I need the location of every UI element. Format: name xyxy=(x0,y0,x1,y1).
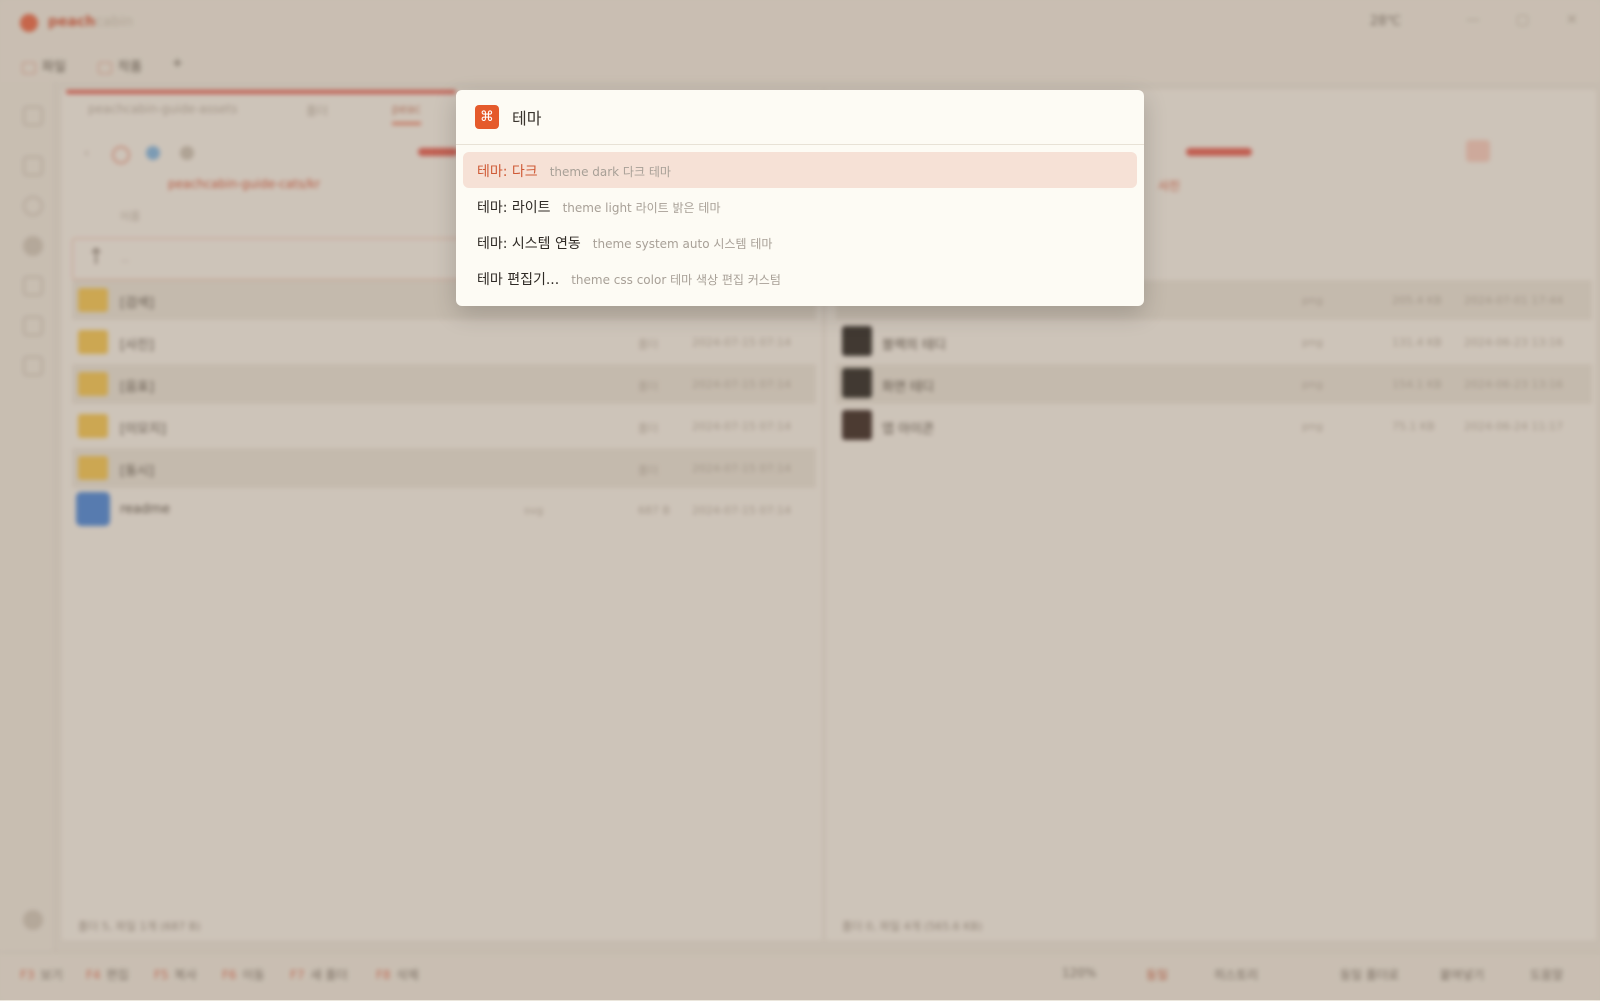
command-keywords: theme css color 테마 색상 편집 커스텀 xyxy=(571,273,781,287)
command-keywords: theme system auto 시스템 테마 xyxy=(592,237,773,251)
command-theme-light[interactable]: 테마: 라이트 theme light 라이트 밝은 테마 xyxy=(463,188,1137,224)
command-keywords: theme light 라이트 밝은 테마 xyxy=(562,201,721,215)
command-label: 테마 편집기... xyxy=(477,272,560,288)
command-theme-dark[interactable]: 테마: 다크 theme dark 다크 테마 xyxy=(463,152,1137,188)
command-label: 테마: 시스템 연동 xyxy=(477,236,581,252)
command-theme-editor[interactable]: 테마 편집기... theme css color 테마 색상 편집 커스텀 xyxy=(463,260,1137,296)
command-palette: ⌘ 테마: 다크 theme dark 다크 테마 테마: 라이트 theme li… xyxy=(456,90,1144,306)
command-icon: ⌘ xyxy=(475,105,499,129)
command-keywords: theme dark 다크 테마 xyxy=(549,165,671,179)
command-label: 테마: 라이트 xyxy=(477,200,551,216)
command-search-input[interactable] xyxy=(512,104,1112,130)
command-theme-system[interactable]: 테마: 시스템 연동 theme system auto 시스템 테마 xyxy=(463,224,1137,260)
command-label: 테마: 다크 xyxy=(477,164,538,180)
palette-header: ⌘ xyxy=(456,90,1144,145)
